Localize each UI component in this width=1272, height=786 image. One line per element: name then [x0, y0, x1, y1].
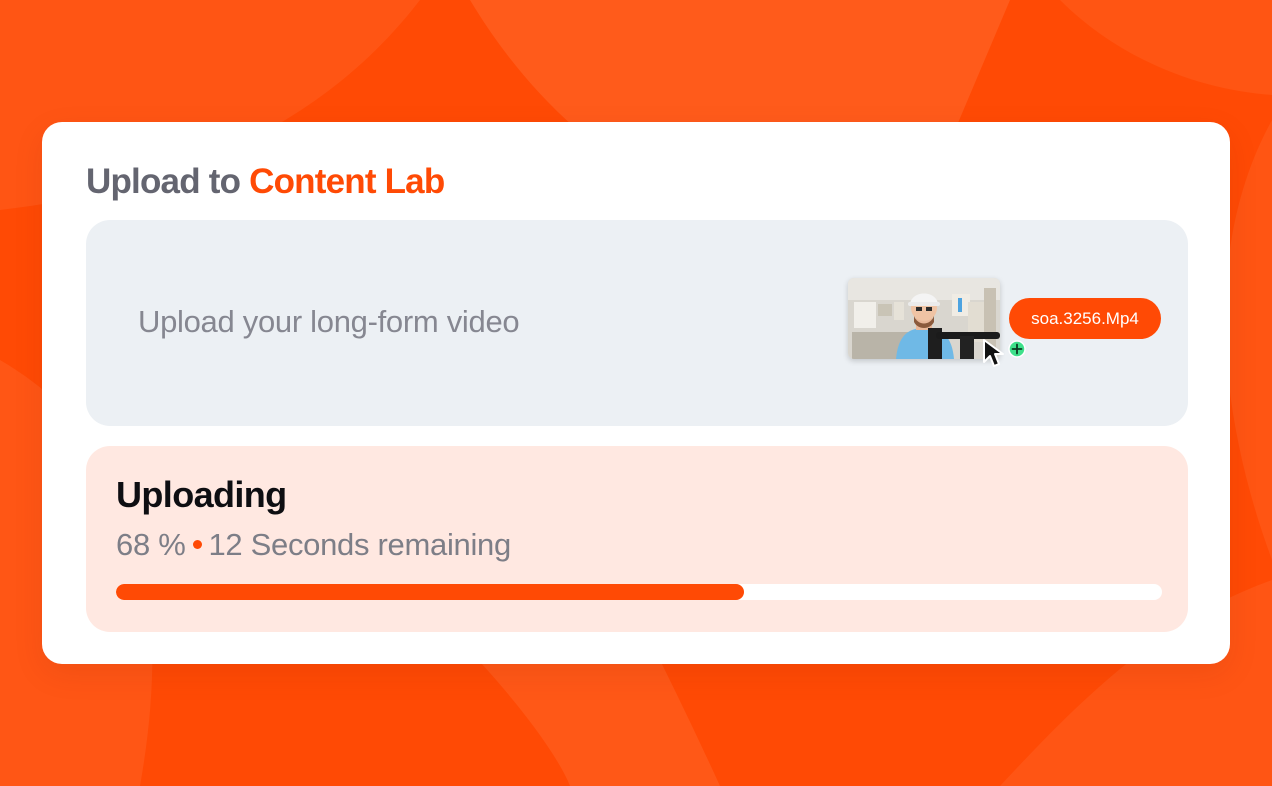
video-thumbnail [848, 278, 1000, 359]
file-name-chip: soa.3256.Mp4 [1009, 298, 1161, 339]
upload-percent: 68 % [116, 527, 186, 562]
upload-time-remaining: 12 Seconds remaining [208, 527, 511, 562]
title-brand: Content Lab [249, 162, 445, 201]
title-prefix: Upload to [86, 162, 250, 201]
arrow-cursor-icon [983, 339, 1004, 367]
separator-dot-icon [193, 540, 203, 550]
progress-fill [116, 584, 744, 600]
dropzone-prompt: Upload your long-form video [138, 304, 520, 339]
card-title: Upload to Content Lab [86, 160, 445, 204]
video-dropzone[interactable]: Upload your long-form video soa.3256.Mp4 [86, 220, 1188, 426]
progress-track [116, 584, 1162, 600]
upload-card: Upload to Content Lab Upload your long-f… [42, 122, 1230, 664]
upload-progress-panel: Uploading 68 % 12 Seconds remaining [86, 446, 1188, 632]
upload-status-line: 68 % 12 Seconds remaining [116, 524, 511, 566]
drag-cursor [982, 338, 1030, 378]
plus-badge-icon [1008, 340, 1026, 358]
upload-status-title: Uploading [116, 474, 287, 515]
